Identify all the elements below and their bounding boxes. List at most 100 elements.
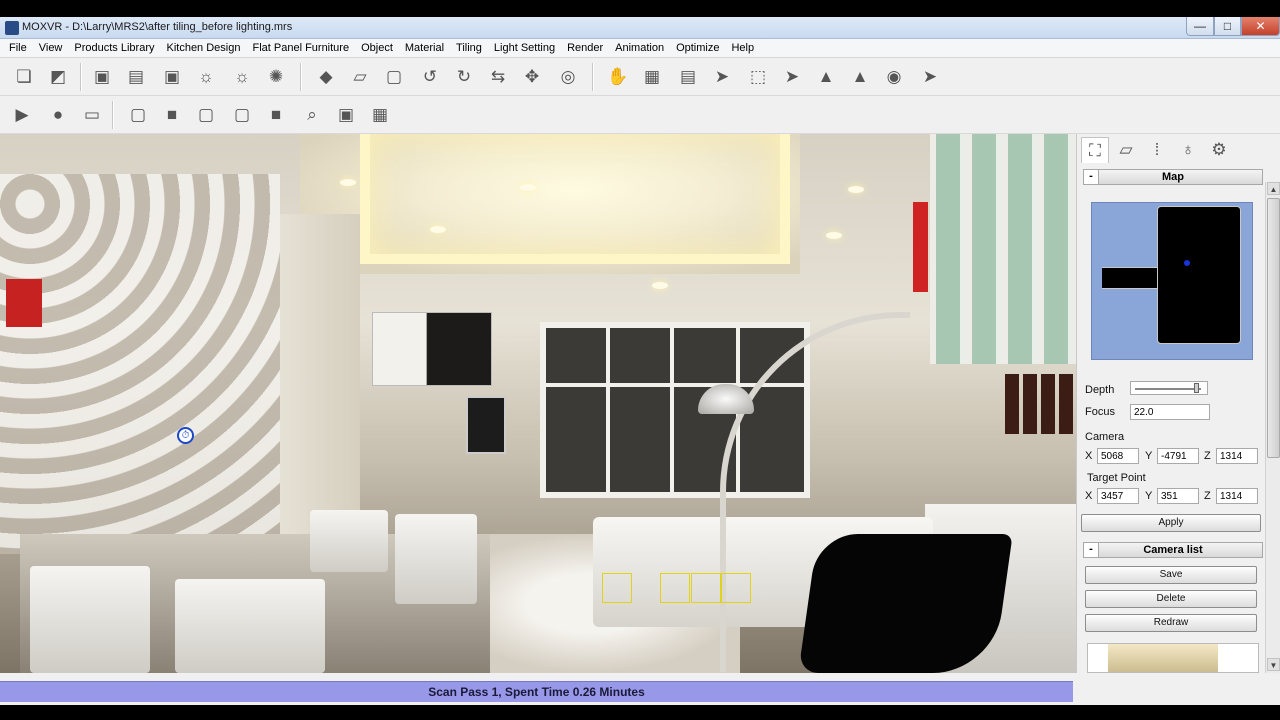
rotate-light-icon[interactable]: ☼ [192,63,220,91]
target-x-input[interactable] [1097,488,1139,504]
pages-icon[interactable]: ▤ [674,63,702,91]
view-front-icon[interactable]: ▢ [124,101,152,129]
depth-slider[interactable] [1130,381,1208,395]
downlight [520,184,536,191]
dining-chair [310,510,388,572]
object-tab-icon[interactable]: ▱ [1112,137,1140,163]
view-left-icon[interactable]: ▢ [192,101,220,129]
save-camera-button[interactable]: Save [1085,566,1257,584]
toolbar-separator [592,63,594,91]
pointer-icon[interactable]: ➤ [708,63,736,91]
move-icon[interactable]: ✥ [518,63,546,91]
panel-scrollbar[interactable]: ▲ ▼ [1265,182,1280,673]
delete-object-icon[interactable]: ▣ [88,63,116,91]
view-top-icon[interactable]: ■ [262,101,290,129]
cone-icon[interactable]: ▲ [846,63,874,91]
menu-light-setting[interactable]: Light Setting [488,42,561,54]
delete-layer-icon[interactable]: ▣ [158,63,186,91]
material-tab-icon[interactable]: ⁞ [1143,137,1171,163]
box-stack-icon[interactable]: ▦ [638,63,666,91]
binoculars-icon[interactable]: ◉ [880,63,908,91]
maximize-button[interactable]: □ [1214,17,1241,36]
pointer-plus-icon[interactable]: ➤ [916,63,944,91]
camera-y-label: Y [1145,450,1153,462]
menu-tiling[interactable]: Tiling [450,42,488,54]
collapse-camera-list-button[interactable]: - [1083,542,1099,558]
scroll-up-icon[interactable]: ▲ [1267,182,1280,195]
focus-input[interactable] [1130,404,1210,420]
render-viewport[interactable]: ⏱ [0,134,1076,673]
menu-kitchen-design[interactable]: Kitchen Design [160,42,246,54]
grid-view-icon[interactable]: ▦ [366,101,394,129]
collapse-map-button[interactable]: - [1083,169,1099,185]
delete-camera-button[interactable]: Delete [1085,590,1257,608]
selection-box[interactable] [691,573,721,603]
view-toolbar: ▶ ● ▭ ▢ ■ ▢ ▢ ■ ⌕ ▣ ▦ [0,96,1280,134]
copy-icon[interactable]: ❏ [10,63,38,91]
menu-help[interactable]: Help [725,42,760,54]
target-y-input[interactable] [1157,488,1199,504]
status-bar: Scan Pass 1, Spent Time 0.26 Minutes [0,681,1073,702]
apply-button[interactable]: Apply [1081,514,1261,532]
pyramid-icon[interactable]: ▲ [812,63,840,91]
menu-file[interactable]: File [3,42,33,54]
zoom-icon[interactable]: ⌕ [298,101,326,129]
target-z-input[interactable] [1216,488,1258,504]
hand-icon[interactable]: ✋ [604,63,632,91]
menu-flat-panel-furniture[interactable]: Flat Panel Furniture [246,42,355,54]
starburst-icon[interactable]: ✺ [262,63,290,91]
view-right-icon[interactable]: ▢ [228,101,256,129]
focus-label: Focus [1085,406,1115,418]
cube-solid-icon[interactable]: ◆ [312,63,340,91]
light-tab-icon[interactable]: ♁ [1174,137,1202,163]
menu-object[interactable]: Object [355,42,399,54]
scroll-down-icon[interactable]: ▼ [1267,658,1280,671]
rotate-3d-icon[interactable]: ↻ [450,63,478,91]
swap-icon[interactable]: ⇆ [484,63,512,91]
rotate-left-icon[interactable]: ↺ [416,63,444,91]
target-point-label: Target Point [1087,472,1146,484]
record-icon[interactable]: ● [44,101,72,129]
camera-x-input[interactable] [1097,448,1139,464]
camera-y-input[interactable] [1157,448,1199,464]
play-icon[interactable]: ▶ [8,101,36,129]
camera-tab-icon[interactable]: ⛶ [1081,137,1109,163]
selection-box[interactable] [660,573,690,603]
menu-optimize[interactable]: Optimize [670,42,725,54]
floor-map[interactable] [1091,202,1253,360]
map-section-header[interactable]: - Map [1083,169,1263,185]
map-camera-dot[interactable] [1184,260,1190,266]
camera-z-input[interactable] [1216,448,1258,464]
menu-render[interactable]: Render [561,42,609,54]
selection-box[interactable] [602,573,632,603]
panel-icon[interactable]: ▱ [346,63,374,91]
camera-list-header[interactable]: - Camera list [1083,542,1263,558]
close-button[interactable]: ✕ [1241,17,1280,36]
camera-icon[interactable]: ▭ [78,101,106,129]
settings-tab-icon[interactable]: ⚙ [1205,137,1233,163]
target-icon[interactable]: ◎ [554,63,582,91]
view-back-icon[interactable]: ■ [158,101,186,129]
fit-view-icon[interactable]: ▣ [332,101,360,129]
menu-products-library[interactable]: Products Library [68,42,160,54]
menu-animation[interactable]: Animation [609,42,670,54]
paste-icon[interactable]: ◩ [44,63,72,91]
sun-icon[interactable]: ☼ [228,63,256,91]
title-bar: MOXVR - D:\Larry\MRS2\after tiling_befor… [0,17,1280,39]
selection-box[interactable] [721,573,751,603]
cube-wire-icon[interactable]: ▢ [380,63,408,91]
wine-bottles [1005,374,1075,434]
tv-cabinet [372,312,492,386]
camera-position-icon[interactable]: ⏱ [177,427,194,444]
select-box-icon[interactable]: ⬚ [744,63,772,91]
menu-view[interactable]: View [33,42,69,54]
camera-thumbnail[interactable] [1087,643,1259,673]
app-window: MOXVR - D:\Larry\MRS2\after tiling_befor… [0,17,1280,705]
layers-icon[interactable]: ▤ [122,63,150,91]
redraw-button[interactable]: Redraw [1085,614,1257,632]
menu-material[interactable]: Material [399,42,450,54]
depth-slider-thumb[interactable] [1193,383,1199,393]
minimize-button[interactable]: — [1186,17,1214,36]
scroll-thumb[interactable] [1267,198,1280,458]
pointer-alt-icon[interactable]: ➤ [778,63,806,91]
